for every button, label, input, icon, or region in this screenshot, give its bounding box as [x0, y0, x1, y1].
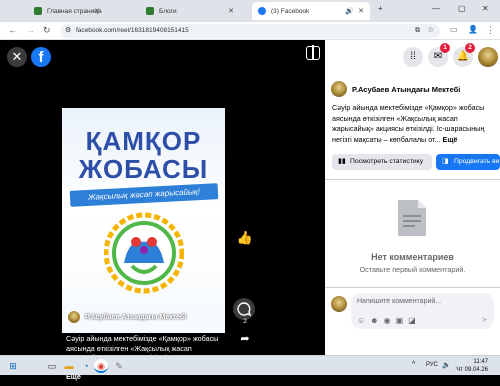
promote-label: Продвигать ви	[454, 158, 500, 165]
tab-label: Блоги	[159, 7, 177, 15]
see-more-link[interactable]: Ещё	[443, 135, 458, 144]
clock[interactable]: 11:47 Чт 09.04.26	[456, 358, 488, 374]
divider	[325, 179, 500, 180]
gif-icon[interactable]: ▣	[396, 316, 404, 325]
no-comments-subtitle: Оставьте первый комментарий.	[359, 265, 466, 274]
post-author[interactable]: Р.Асубаев Атындағы Мектебі	[331, 80, 460, 98]
file-explorer-icon[interactable]: ▬	[62, 359, 76, 373]
avatar-sticker-icon[interactable]: ☺	[357, 316, 365, 325]
picture-in-picture-icon[interactable]	[306, 45, 320, 60]
like-icon[interactable]: 👍	[235, 230, 255, 246]
browser-toolbar: ← → ↻ ⚙ facebook.com/reel/16318194081514…	[0, 22, 500, 40]
speaker-icon[interactable]: 🔈	[442, 361, 451, 369]
stats-icon: ▮▮	[338, 158, 346, 165]
avatar[interactable]	[67, 310, 81, 324]
promote-button[interactable]: ◨ Продвигать ви	[436, 154, 500, 170]
poster-emblem	[104, 212, 184, 294]
comment-placeholder: Напишите комментарий...	[357, 298, 442, 305]
messenger-badge: 1	[440, 43, 450, 53]
task-view-icon[interactable]: ▭	[45, 359, 59, 373]
address-bar[interactable]: ⚙ facebook.com/reel/1631819408151415 ⧉ ☆	[60, 24, 440, 38]
reel-author-name[interactable]: Р.Асубаев Атындағы Мектебі	[85, 314, 186, 321]
site-favicon-icon	[34, 7, 42, 15]
clock-time: 11:47	[473, 359, 488, 365]
share-icon[interactable]: ➦	[235, 332, 255, 345]
tab-label: (3) Facebook	[271, 7, 310, 15]
promote-icon: ◨	[442, 158, 449, 165]
avatar[interactable]	[478, 47, 498, 67]
close-reel-button[interactable]: ✕	[7, 47, 27, 67]
browser-tab-strip: Главная страница ✕ Блоги ✕ (3) Facebook …	[0, 0, 500, 22]
facebook-logo-icon[interactable]: f	[31, 47, 51, 67]
avatar[interactable]	[331, 81, 347, 97]
reel-details-panel: ⁞⁞ ✉ 1 🔔 2 Р.Асубаев Атындағы Мектебі Сә…	[325, 40, 500, 355]
close-tab-icon[interactable]: ✕	[358, 7, 364, 15]
reel-author[interactable]: Р.Асубаев Атындағы Мектебі	[67, 308, 186, 326]
top-icons: ⁞⁞ ✉ 1 🔔 2	[325, 40, 500, 74]
forward-icon[interactable]: →	[26, 25, 35, 35]
extensions-icon[interactable]: ▭	[450, 25, 458, 34]
avatar	[331, 296, 347, 312]
comment-count: 2	[243, 318, 247, 325]
composer-tools: ☺ ☻ ◉ ▣ ◪	[357, 316, 416, 325]
poster-title-line2: ЖОБАСЫ	[78, 154, 209, 184]
tab-home[interactable]: Главная страница ✕	[28, 2, 106, 20]
edge-icon[interactable]: ◔	[79, 359, 93, 373]
comment-icon	[237, 302, 252, 317]
post-text: Сәуір айында мектебімізде «Қамқор» жобас…	[332, 103, 497, 145]
document-icon	[398, 200, 426, 236]
poster-title-line1: ҚАМҚОР	[85, 126, 202, 156]
post-body: Сәуір айында мектебімізде «Қамқор» жобас…	[332, 103, 485, 144]
close-tab-icon[interactable]: ✕	[228, 7, 234, 15]
send-icon[interactable]: ➤	[481, 315, 488, 324]
tab-facebook[interactable]: (3) Facebook 🔊 ✕	[252, 2, 370, 20]
speaker-icon[interactable]: 🔊	[345, 7, 354, 15]
menu-grid-icon[interactable]: ⁞⁞	[403, 47, 423, 67]
site-info-icon[interactable]: ⚙	[65, 24, 71, 38]
comment-composer: Напишите комментарий... ☺ ☻ ◉ ▣ ◪ ➤	[325, 287, 500, 355]
url-text: facebook.com/reel/1631819408151415	[76, 27, 189, 34]
app-icon[interactable]: ✎	[112, 359, 126, 373]
close-window-icon[interactable]: ✕	[482, 4, 489, 13]
comment-button[interactable]	[233, 298, 255, 320]
comment-input[interactable]: Напишите комментарий... ☺ ☻ ◉ ▣ ◪ ➤	[351, 293, 494, 329]
chrome-icon[interactable]: ◉	[94, 359, 108, 373]
profile-icon[interactable]: 👤	[468, 25, 478, 34]
tab-blogs[interactable]: Блоги ✕	[140, 2, 240, 20]
emoji-icon[interactable]: ☻	[370, 316, 378, 325]
new-tab-icon[interactable]: +	[378, 4, 383, 13]
camera-icon[interactable]: ◉	[384, 316, 391, 325]
sticker-icon[interactable]: ◪	[408, 316, 416, 325]
language-indicator[interactable]: РУС	[426, 362, 438, 368]
poster-ribbon: Жақсылық жасап жарысайық!	[69, 183, 219, 207]
no-comments-title: Нет комментариев	[371, 252, 454, 262]
minimize-icon[interactable]: —	[432, 4, 440, 13]
clock-date: Чт 09.04.26	[456, 367, 488, 373]
notifications-badge: 2	[465, 43, 475, 53]
translate-icon[interactable]: ⧉	[415, 24, 420, 38]
maximize-icon[interactable]: ▢	[458, 4, 466, 13]
reel-video[interactable]: ҚАМҚОР ЖОБАСЫ Жақсылық жасап жарысайық! …	[62, 108, 225, 386]
menu-icon[interactable]: ⋮	[486, 25, 495, 36]
facebook-favicon-icon	[258, 7, 266, 15]
reel-viewer: ✕ f ҚАМҚОР ЖОБАСЫ Жақсылық жасап жарысай…	[0, 40, 325, 386]
view-stats-label: Посмотреть статистику	[350, 158, 424, 165]
post-author-name[interactable]: Р.Асубаев Атындағы Мектебі	[352, 85, 460, 94]
view-stats-button[interactable]: ▮▮ Посмотреть статистику	[332, 154, 432, 170]
tray-chevron-icon[interactable]: ^	[412, 361, 415, 368]
site-favicon-icon	[146, 7, 154, 15]
reload-icon[interactable]: ↻	[43, 25, 51, 36]
bookmark-star-icon[interactable]: ☆	[428, 24, 434, 38]
close-tab-icon[interactable]: ✕	[94, 7, 100, 15]
reel-poster-image: ҚАМҚОР ЖОБАСЫ Жақсылық жасап жарысайық! …	[62, 108, 225, 333]
windows-taskbar: ⊞ ▭ ▬ ◔ ◉ ✎ ^ РУС 🔈 11:47 Чт 09.04.26	[0, 355, 500, 375]
start-icon[interactable]: ⊞	[6, 359, 20, 373]
back-icon[interactable]: ←	[8, 25, 17, 35]
